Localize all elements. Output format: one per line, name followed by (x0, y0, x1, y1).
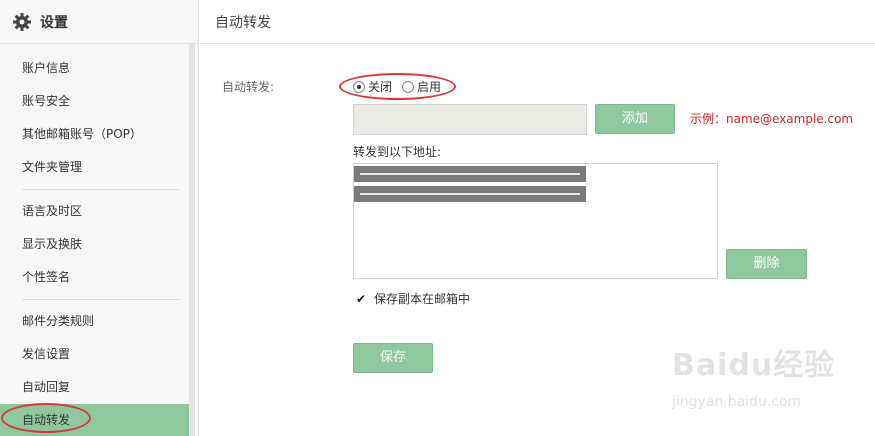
menu-item-auto-reply[interactable]: 自动回复 (0, 371, 189, 404)
sidebar-header: 设置 (0, 0, 198, 44)
checkmark-icon[interactable]: ✔ (354, 292, 368, 306)
content-header: 自动转发 (200, 0, 875, 44)
settings-sidebar: 设置 账户信息 账号安全 其他邮箱账号（POP） 文件夹管理 语言及时区 显示及… (0, 0, 199, 436)
redacted-address (360, 193, 580, 195)
page-title: 自动转发 (215, 14, 271, 31)
forward-email-input[interactable] (353, 104, 587, 135)
watermark-url: jingyan.baidu.com (672, 394, 802, 410)
menu-item-send-settings[interactable]: 发信设置 (0, 338, 189, 371)
keep-copy-option[interactable]: ✔ 保存副本在邮箱中 (354, 290, 470, 307)
menu-item-language-timezone[interactable]: 语言及时区 (0, 195, 189, 228)
sidebar-title: 设置 (40, 14, 68, 31)
list-item[interactable] (354, 186, 586, 202)
highlight-ring-menu (1, 403, 91, 433)
baidu-watermark-logo: Baidu经验 jingyan.baidu.com (672, 340, 872, 420)
menu-divider (22, 299, 179, 300)
example-hint: 示例：name@example.com (690, 112, 854, 126)
highlight-ring-radio (339, 73, 456, 100)
watermark-text: Baidu经验 (672, 348, 836, 383)
auto-forward-label: 自动转发: (222, 80, 275, 94)
menu-item-account-info[interactable]: 账户信息 (0, 52, 189, 85)
forward-address-list[interactable] (353, 163, 718, 279)
menu-item-display-skin[interactable]: 显示及换肤 (0, 228, 189, 261)
menu-item-pop-accounts[interactable]: 其他邮箱账号（POP） (0, 118, 189, 151)
keep-copy-label: 保存副本在邮箱中 (374, 292, 471, 306)
gear-icon (12, 12, 32, 32)
redacted-address (360, 173, 580, 175)
forward-to-label: 转发到以下地址: (353, 145, 442, 159)
menu-item-filter-rules[interactable]: 邮件分类规则 (0, 305, 189, 338)
menu-divider (22, 189, 179, 190)
menu-item-account-security[interactable]: 账号安全 (0, 85, 189, 118)
delete-address-button[interactable]: 删除 (726, 249, 807, 279)
add-address-button[interactable]: 添加 (595, 104, 675, 134)
settings-menu: 账户信息 账号安全 其他邮箱账号（POP） 文件夹管理 语言及时区 显示及换肤 … (0, 44, 189, 436)
sidebar-scrollbar[interactable] (189, 44, 195, 436)
list-item[interactable] (354, 166, 586, 182)
menu-item-signature[interactable]: 个性签名 (0, 261, 189, 294)
save-button[interactable]: 保存 (353, 343, 433, 373)
menu-item-folder-management[interactable]: 文件夹管理 (0, 151, 189, 184)
